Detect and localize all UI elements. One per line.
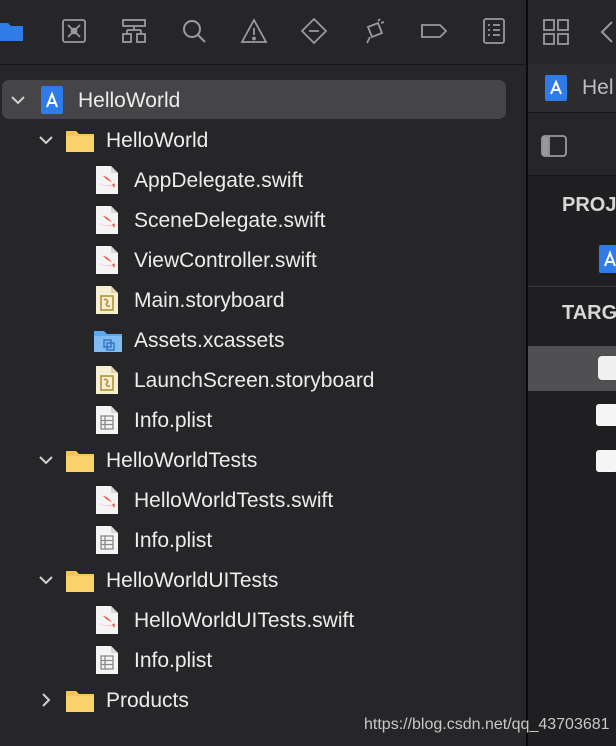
target-row-selected[interactable] — [528, 346, 616, 391]
tree-item-label: HelloWorld — [106, 129, 209, 152]
editor-file-tab[interactable]: Hel — [528, 64, 616, 113]
editor-toolbar — [528, 0, 616, 65]
tree-item-label: HelloWorldTests — [106, 449, 258, 472]
chevron-down-icon[interactable] — [37, 451, 55, 469]
tree-group-helloworldtests[interactable]: HelloWorldTests — [0, 440, 526, 480]
plist-file-icon — [95, 405, 121, 435]
tree-file-item[interactable]: HelloWorldTests.swift — [0, 480, 526, 520]
sidebar-toggle-icon[interactable] — [540, 134, 568, 163]
tree-item-label: AppDelegate.swift — [134, 169, 304, 192]
tree-group-products[interactable]: Products — [0, 680, 526, 720]
asset-catalog-icon — [93, 327, 122, 357]
tree-item-label: HelloWorldTests.swift — [134, 489, 334, 512]
tree-file-item[interactable]: HelloWorldUITests.swift — [0, 600, 526, 640]
tree-file-item[interactable]: ViewController.swift — [0, 240, 526, 280]
tree-file-item[interactable]: Main.storyboard — [0, 280, 526, 320]
plist-file-icon — [95, 525, 121, 555]
swift-file-icon — [95, 485, 121, 515]
tree-item-label: ViewController.swift — [134, 249, 317, 272]
tree-item-label: Assets.xcassets — [134, 329, 285, 352]
tree-item-label: LaunchScreen.storyboard — [134, 369, 375, 392]
tree-item-label: Products — [106, 689, 189, 712]
tree-item-label: Info.plist — [134, 649, 213, 672]
project-section-label: PROJ — [562, 194, 616, 216]
chevron-down-icon[interactable] — [37, 131, 55, 149]
project-icon[interactable] — [598, 244, 616, 279]
folder-icon[interactable] — [0, 16, 26, 46]
target-test-icon[interactable] — [596, 404, 616, 426]
tree-item-label: HelloWorld — [78, 89, 181, 112]
chevron-left-icon[interactable] — [598, 20, 616, 49]
plist-file-icon — [95, 645, 121, 675]
hierarchy-icon[interactable] — [119, 16, 149, 46]
sidebar-toggle-row — [528, 113, 616, 176]
source-control-icon[interactable] — [59, 16, 89, 46]
tree-group-helloworlduitests[interactable]: HelloWorldUITests — [0, 560, 526, 600]
target-app-icon — [598, 356, 616, 380]
tree-file-item[interactable]: Info.plist — [0, 400, 526, 440]
tree-file-item[interactable]: Info.plist — [0, 520, 526, 560]
navigator-toolbar — [0, 0, 526, 65]
swift-file-icon — [95, 165, 121, 195]
swift-file-icon — [95, 245, 121, 275]
targets-section-label: TARG — [562, 302, 616, 324]
project-icon — [39, 85, 65, 115]
tree-file-item[interactable]: AppDelegate.swift — [0, 160, 526, 200]
section-divider — [528, 286, 616, 287]
project-editor-pane: Hel PROJ TARG — [528, 0, 616, 746]
storyboard-file-icon — [95, 365, 121, 395]
breakpoint-icon[interactable] — [419, 16, 449, 46]
chevron-down-icon[interactable] — [37, 571, 55, 589]
tree-item-label: Info.plist — [134, 529, 213, 552]
tree-file-item[interactable]: LaunchScreen.storyboard — [0, 360, 526, 400]
folder-icon — [65, 687, 94, 717]
storyboard-file-icon — [95, 285, 121, 315]
report-icon[interactable] — [479, 16, 509, 46]
target-uitest-icon[interactable] — [596, 450, 616, 472]
folder-icon — [65, 447, 94, 477]
editor-file-name: Hel — [582, 76, 614, 99]
tree-group-helloworld[interactable]: HelloWorld — [0, 120, 526, 160]
debug-icon[interactable] — [359, 16, 389, 46]
project-file-icon — [544, 74, 568, 107]
warning-icon[interactable] — [239, 16, 269, 46]
tree-item-project[interactable]: HelloWorld — [0, 80, 526, 120]
grid-icon[interactable] — [542, 18, 570, 51]
folder-icon — [65, 127, 94, 157]
swift-file-icon — [95, 605, 121, 635]
test-icon[interactable] — [299, 16, 329, 46]
tree-item-label: HelloWorldUITests.swift — [134, 609, 355, 632]
tree-item-label: Info.plist — [134, 409, 213, 432]
tree-item-label: SceneDelegate.swift — [134, 209, 326, 232]
search-icon[interactable] — [179, 16, 209, 46]
tree-file-item[interactable]: Assets.xcassets — [0, 320, 526, 360]
tree-item-label: HelloWorldUITests — [106, 569, 279, 592]
chevron-down-icon[interactable] — [9, 91, 27, 109]
tree-file-item[interactable]: Info.plist — [0, 640, 526, 680]
chevron-right-icon[interactable] — [37, 691, 55, 709]
tree-file-item[interactable]: SceneDelegate.swift — [0, 200, 526, 240]
folder-icon — [65, 567, 94, 597]
tree-item-label: Main.storyboard — [134, 289, 285, 312]
swift-file-icon — [95, 205, 121, 235]
